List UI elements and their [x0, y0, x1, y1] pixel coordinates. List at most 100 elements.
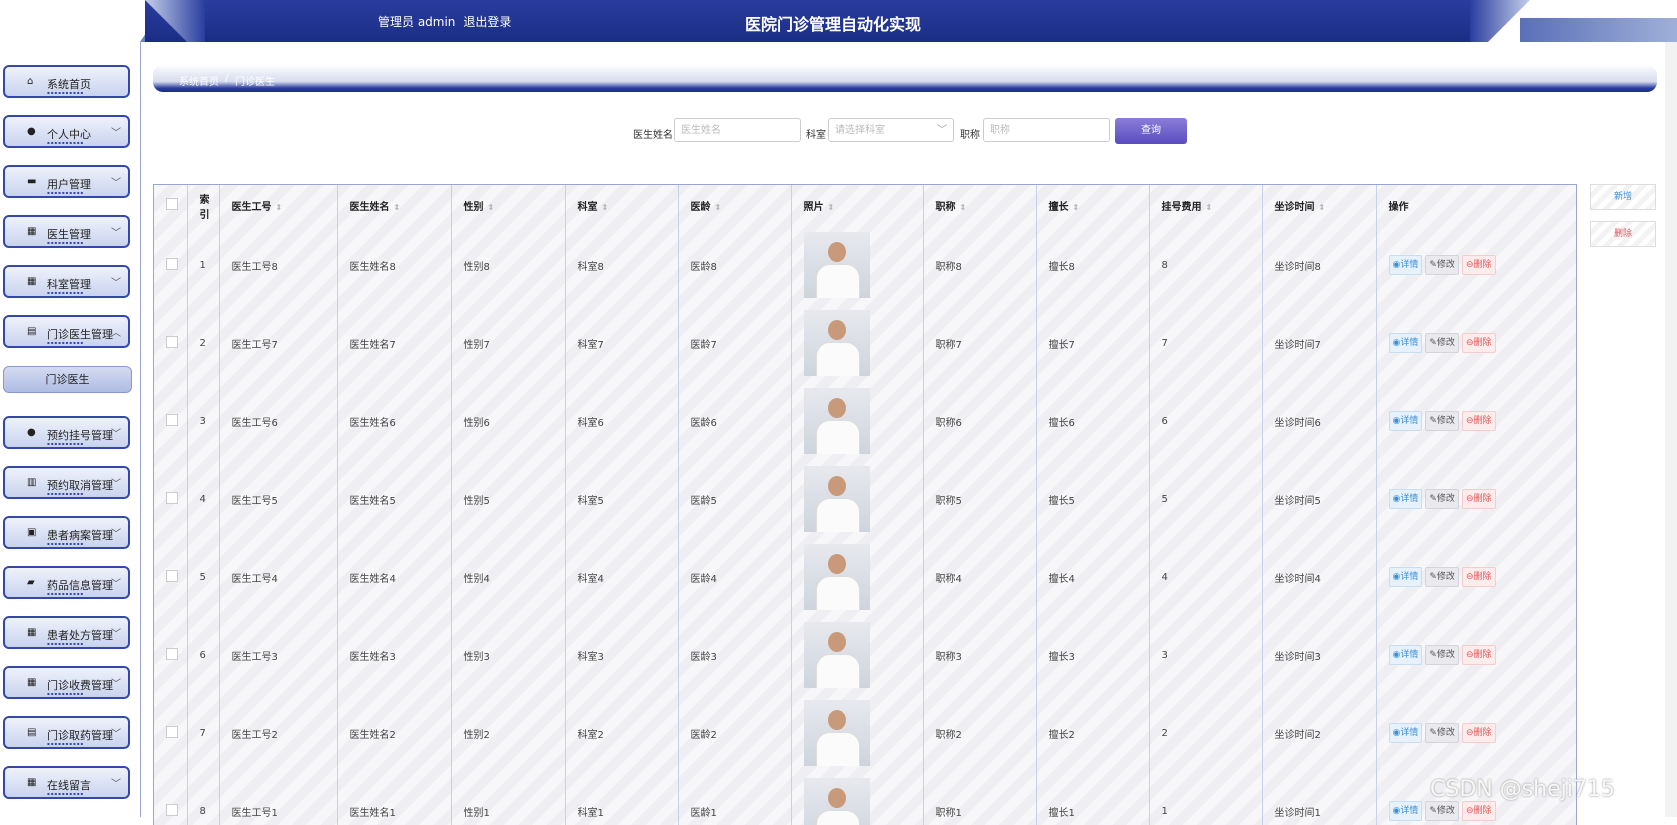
sidebar-item[interactable]: ▦ 门诊收费管理 ﹀ ▪▪▪▪▪▪▪▪▪▪	[3, 666, 130, 699]
title-input[interactable]: 职称	[983, 118, 1110, 142]
row-checkbox[interactable]	[166, 569, 178, 582]
delete-button[interactable]: ⊖删除	[1461, 255, 1496, 275]
doctor-photo[interactable]	[803, 778, 870, 825]
edit-button[interactable]: ✎修改	[1425, 411, 1459, 431]
sort-icon[interactable]: ⇕	[715, 203, 722, 212]
delete-button[interactable]: ⊖删除	[1461, 333, 1496, 353]
user-info: 管理员 admin 退出登录	[378, 13, 519, 30]
edit-button[interactable]: ✎修改	[1425, 801, 1459, 821]
department-select-placeholder: 请选择科室	[835, 125, 885, 136]
detail-button[interactable]: ◉详情	[1388, 645, 1423, 665]
edit-button[interactable]: ✎修改	[1425, 255, 1459, 275]
column-header[interactable]: 医龄 ⇕	[678, 185, 792, 226]
sidebar-item[interactable]: ▥ 预约取消管理 ﹀ ▪▪▪▪▪▪▪▪▪▪	[3, 466, 130, 499]
row-checkbox[interactable]	[166, 803, 178, 816]
column-header[interactable]: 照片 ⇕	[791, 185, 924, 226]
row-checkbox[interactable]	[166, 335, 178, 348]
doctor-photo[interactable]	[803, 466, 870, 532]
detail-button[interactable]: ◉详情	[1388, 801, 1423, 821]
detail-button[interactable]: ◉详情	[1388, 489, 1423, 509]
sort-icon[interactable]: ⇕	[1319, 203, 1326, 212]
column-header[interactable]: 职称 ⇕	[923, 185, 1037, 226]
edit-button[interactable]: ✎修改	[1425, 333, 1459, 353]
column-header[interactable]: 擅长 ⇕	[1036, 185, 1150, 226]
sort-icon[interactable]: ⇕	[488, 203, 495, 212]
select-all-header[interactable]	[154, 185, 188, 226]
detail-button[interactable]: ◉详情	[1388, 255, 1423, 275]
sidebar-item[interactable]: ▤ 门诊取药管理 ﹀ ▪▪▪▪▪▪▪▪▪▪	[3, 716, 130, 749]
table-cell-gender: 性别5	[451, 460, 566, 538]
doctor-photo[interactable]	[803, 700, 870, 766]
edit-button[interactable]: ✎修改	[1425, 645, 1459, 665]
column-header[interactable]: 医生工号 ⇕	[219, 185, 338, 226]
edit-button[interactable]: ✎修改	[1425, 489, 1459, 509]
delete-button[interactable]: ⊖删除	[1461, 723, 1496, 743]
batch-delete-button[interactable]: 删除	[1590, 221, 1656, 247]
breadcrumb-home[interactable]: 系统首页	[179, 73, 219, 88]
sidebar-item[interactable]: ▦ 科室管理 ﹀ ▪▪▪▪▪▪▪▪▪▪	[3, 265, 130, 298]
grid-icon: ▦	[27, 627, 37, 638]
menu-decoration: ▪▪▪▪▪▪▪▪▪▪	[47, 441, 85, 446]
table-cell-skill: 擅长7	[1036, 304, 1150, 382]
doctor-photo[interactable]	[803, 544, 870, 610]
table-cell-gender: 性别1	[451, 772, 566, 825]
sort-icon[interactable]: ⇕	[828, 203, 835, 212]
table-cell-age: 医龄1	[678, 772, 792, 825]
detail-button[interactable]: ◉详情	[1388, 411, 1423, 431]
row-checkbox[interactable]	[166, 257, 178, 270]
row-checkbox[interactable]	[166, 491, 178, 504]
sort-icon[interactable]: ⇕	[394, 203, 401, 212]
sidebar-item[interactable]: ▬ 用户管理 ﹀ ▪▪▪▪▪▪▪▪▪▪	[3, 165, 130, 198]
table-cell-age: 医龄8	[678, 226, 792, 304]
doctor-photo[interactable]	[803, 388, 870, 454]
doctor-photo[interactable]	[803, 310, 870, 376]
table-cell-index: 4	[187, 460, 220, 538]
table-cell-dept: 科室3	[565, 616, 679, 694]
delete-button[interactable]: ⊖删除	[1461, 801, 1496, 821]
submenu-item-outpatient-doctor[interactable]: 门诊医生	[3, 366, 132, 393]
detail-button[interactable]: ◉详情	[1388, 567, 1423, 587]
column-header[interactable]: 性别 ⇕	[451, 185, 566, 226]
query-button[interactable]: 查询	[1115, 118, 1187, 144]
column-header[interactable]: 坐诊时间 ⇕	[1262, 185, 1377, 226]
row-checkbox[interactable]	[166, 413, 178, 426]
sort-icon[interactable]: ⇕	[1206, 203, 1213, 212]
table-cell-dept: 科室2	[565, 694, 679, 772]
detail-button[interactable]: ◉详情	[1388, 723, 1423, 743]
page-scrollbar[interactable]	[1665, 42, 1677, 817]
sidebar-item[interactable]: ● 预约挂号管理 ﹀ ▪▪▪▪▪▪▪▪▪▪	[3, 416, 130, 449]
table-cell-time: 坐诊时间8	[1262, 226, 1377, 304]
sidebar-item[interactable]: ▦ 医生管理 ﹀ ▪▪▪▪▪▪▪▪▪▪	[3, 215, 130, 248]
sort-icon[interactable]: ⇕	[602, 203, 609, 212]
column-header[interactable]: 科室 ⇕	[565, 185, 679, 226]
doctor-photo[interactable]	[803, 232, 870, 298]
sidebar-item[interactable]: ▰ 药品信息管理 ﹀ ▪▪▪▪▪▪▪▪▪▪	[3, 566, 130, 599]
sort-icon[interactable]: ⇕	[1073, 203, 1080, 212]
sidebar-item[interactable]: ▦ 患者处方管理 ﹀ ▪▪▪▪▪▪▪▪▪▪	[3, 616, 130, 649]
doctor-name-input[interactable]: 医生姓名	[674, 118, 801, 142]
column-header[interactable]: 挂号费用 ⇕	[1149, 185, 1263, 226]
row-checkbox[interactable]	[166, 647, 178, 660]
department-select[interactable]: 请选择科室 ﹀	[828, 118, 954, 142]
delete-button[interactable]: ⊖删除	[1461, 567, 1496, 587]
delete-button[interactable]: ⊖删除	[1461, 411, 1496, 431]
add-button[interactable]: 新增	[1590, 184, 1656, 210]
row-checkbox[interactable]	[166, 725, 178, 738]
delete-button[interactable]: ⊖删除	[1461, 489, 1496, 509]
sidebar-item[interactable]: ▤ 门诊医生管理 ︿ ▪▪▪▪▪▪▪▪▪▪	[3, 315, 130, 348]
sort-icon[interactable]: ⇕	[960, 203, 967, 212]
delete-button[interactable]: ⊖删除	[1461, 645, 1496, 665]
sort-icon[interactable]: ⇕	[276, 203, 283, 212]
column-header[interactable]: 医生姓名 ⇕	[337, 185, 452, 226]
logout-link[interactable]: 退出登录	[463, 15, 511, 29]
edit-button[interactable]: ✎修改	[1425, 567, 1459, 587]
sidebar-item[interactable]: ▦ 在线留言 ﹀ ▪▪▪▪▪▪▪▪▪▪	[3, 766, 130, 799]
sidebar-item[interactable]: ● 个人中心 ﹀ ▪▪▪▪▪▪▪▪▪▪	[3, 115, 130, 148]
sidebar-item[interactable]: ▣ 患者病案管理 ﹀ ▪▪▪▪▪▪▪▪▪▪	[3, 516, 130, 549]
select-all-checkbox[interactable]	[166, 198, 178, 210]
table-cell-skill: 擅长8	[1036, 226, 1150, 304]
sidebar-item[interactable]: ⌂ 系统首页 ▪▪▪▪▪▪▪▪▪▪	[3, 65, 130, 98]
edit-button[interactable]: ✎修改	[1425, 723, 1459, 743]
detail-button[interactable]: ◉详情	[1388, 333, 1423, 353]
doctor-photo[interactable]	[803, 622, 870, 688]
